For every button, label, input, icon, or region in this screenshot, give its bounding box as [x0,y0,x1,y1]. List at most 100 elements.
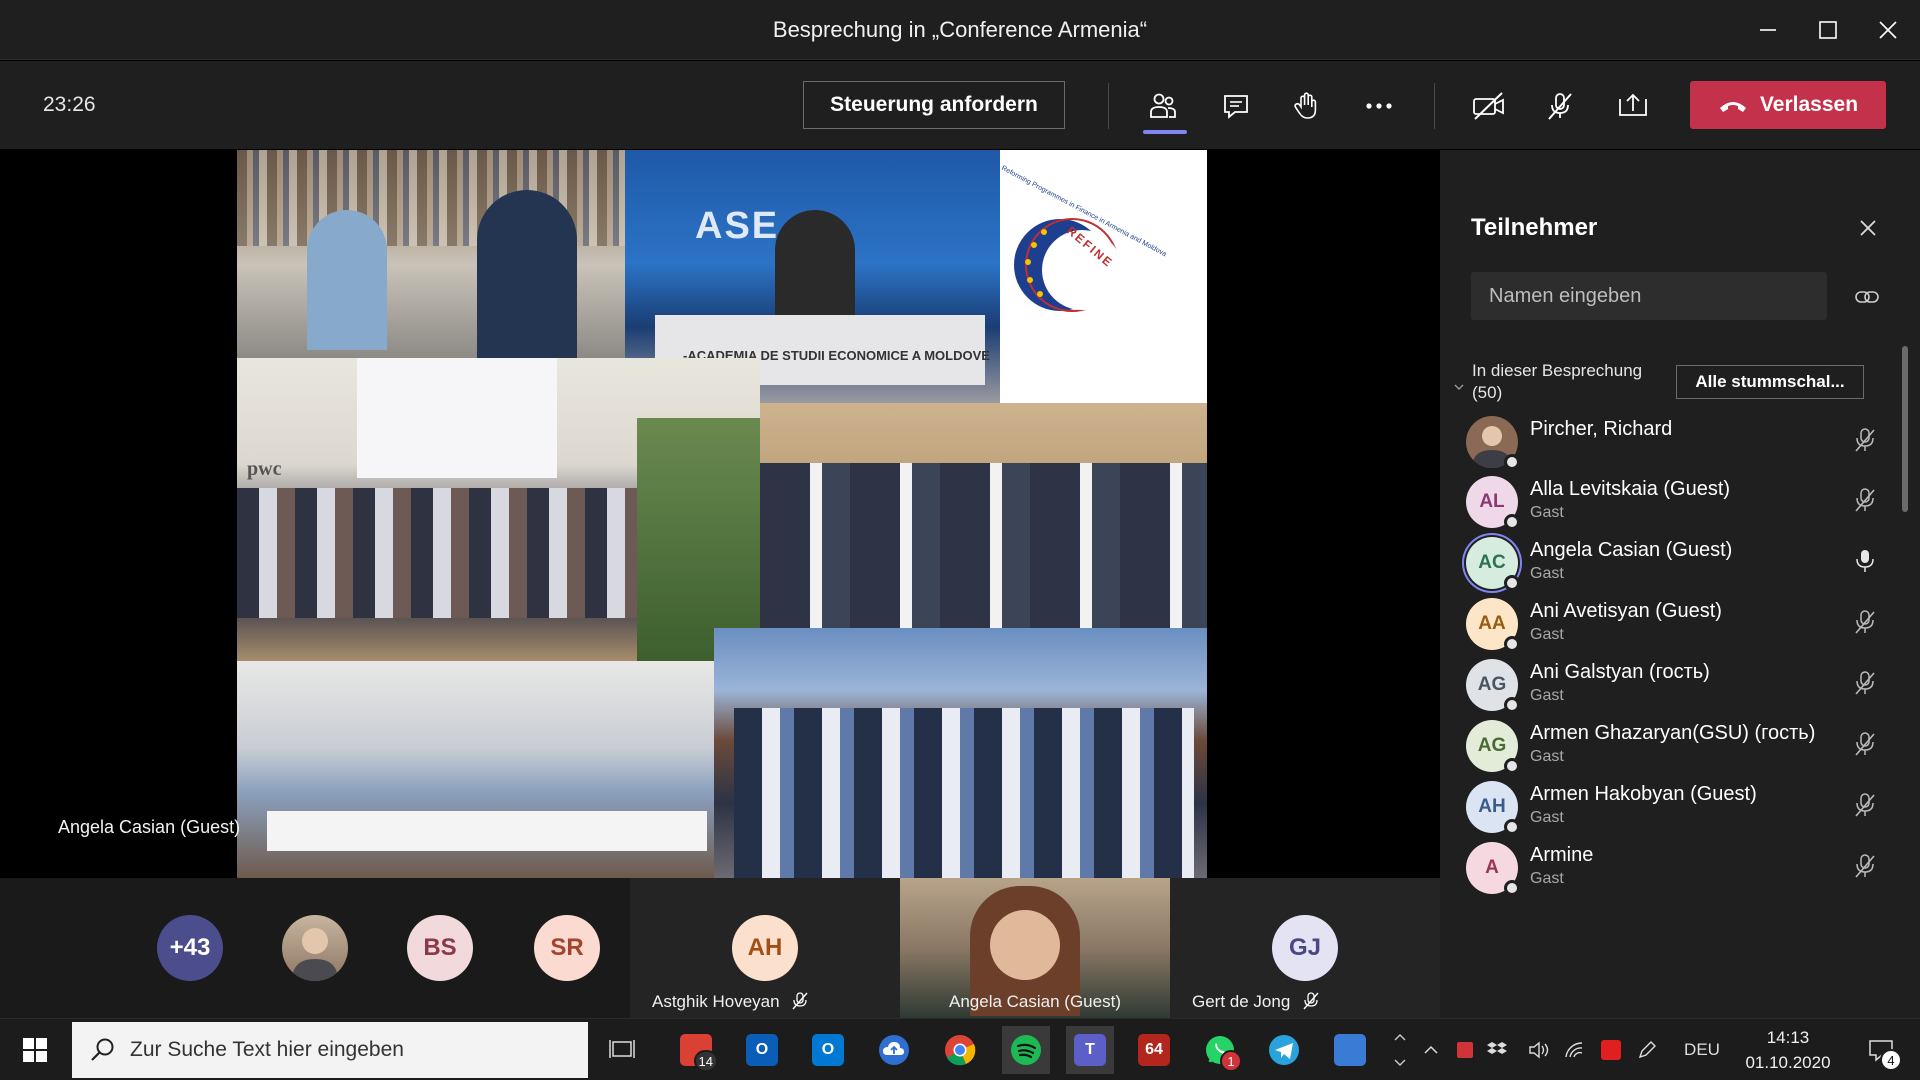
participant-avatar-sr[interactable]: SR [534,915,600,981]
telegram-icon [1269,1035,1299,1065]
close-window-button[interactable] [1858,0,1918,60]
taskbar-app-outlook-o[interactable]: O [738,1026,786,1074]
raise-hand-button[interactable] [1284,83,1330,129]
participant-mic-status[interactable] [1850,787,1880,823]
copy-link-button[interactable] [1852,282,1882,312]
request-control-button[interactable]: Steuerung anfordern [803,81,1065,129]
section-label-in-meeting[interactable]: In dieser Besprechung (50) [1472,360,1652,404]
presence-status-icon [1504,514,1520,530]
participant-avatar-bs[interactable]: BS [407,915,473,981]
panel-scrollbar[interactable] [1902,346,1908,512]
pen-tray-button[interactable] [1632,1019,1662,1080]
taskbar-app-todoist[interactable]: 14 [672,1026,720,1074]
taskbar-clock[interactable]: 14:13 01.10.2020 [1728,1025,1848,1075]
participant-tile-astghik[interactable]: AH Astghik Hoveyan [630,878,900,1018]
participant-mic-status[interactable] [1850,848,1880,884]
shared-content-collage: ASE -ACADEMIA DE STUDII ECONOMICE A MOLD… [237,150,1207,878]
participants-button[interactable] [1140,83,1186,129]
microphone-off-icon [1855,854,1875,878]
photo-group: pwc [237,358,760,661]
participant-name: Alla Levitskaia (Guest) [1530,478,1731,500]
battery-tray-button[interactable] [1490,1019,1518,1080]
microphone-off-icon [1303,992,1319,1010]
participant-mic-status[interactable] [1850,422,1880,458]
chevron-up-down-icon [1394,1034,1406,1066]
chat-button[interactable] [1213,83,1259,129]
start-button[interactable] [10,1027,60,1073]
participant-search-input[interactable] [1471,272,1827,320]
taskbar-search[interactable] [72,1022,588,1078]
participant-mic-status[interactable] [1850,543,1880,579]
participant-row[interactable]: AG Armen Ghazaryan(GSU) (гость) Gast [1466,716,1886,786]
show-hidden-icons-button[interactable] [1418,1019,1444,1080]
leave-label: Verlassen [1759,93,1859,116]
leave-button[interactable]: Verlassen [1690,81,1886,129]
participant-photo-avatar[interactable] [282,915,348,981]
microphone-off-icon [1855,732,1875,756]
chrome-icon [945,1035,976,1066]
participant-mic-status[interactable] [1850,726,1880,762]
action-center-button[interactable]: 4 [1856,1019,1906,1080]
presence-status-icon [1504,758,1520,774]
participant-row[interactable]: AG Ani Galstyan (гость) Gast [1466,655,1886,725]
camera-off-icon [1473,92,1504,120]
security-tray-button[interactable] [1596,1019,1626,1080]
wifi-tray-button[interactable] [1560,1019,1590,1080]
participant-tile-angela-video[interactable]: Angela Casian (Guest) [900,878,1170,1018]
toolbar-divider [1108,83,1109,129]
pwc-sign: pwc [247,458,282,480]
network-app-icon [1334,1034,1366,1066]
notification-count-badge: 4 [1880,1049,1902,1071]
mute-all-button[interactable]: Alle stummschal... [1676,365,1864,399]
toolbar-divider [1434,83,1435,129]
taskbar-app-spotify[interactable] [1002,1026,1050,1074]
volume-tray-button[interactable] [1524,1019,1554,1080]
taskbar-app-teams[interactable]: T [1066,1026,1114,1074]
taskbar-app-cloud-upload[interactable] [870,1026,918,1074]
input-language-indicator[interactable]: DEU [1676,1019,1728,1080]
taskbar-search-input[interactable] [130,1038,570,1062]
meeting-toolbar: 23:26 Steuerung anfordern Verlassen [0,61,1920,149]
more-options-button[interactable] [1356,83,1402,129]
photo-library-panel [237,150,625,358]
minimize-button[interactable] [1738,0,1798,60]
participant-mic-status[interactable] [1850,665,1880,701]
taskbar-app-red-app[interactable]: 64 [1130,1026,1178,1074]
person-photo-icon [292,928,338,981]
camera-toggle-button[interactable] [1466,83,1512,129]
participant-mic-status[interactable] [1850,604,1880,640]
search-icon [91,1038,114,1061]
chevron-down-icon[interactable] [1454,382,1464,392]
microphone-off-icon [1855,610,1875,634]
microphone-off-icon [1855,671,1875,695]
share-screen-button[interactable] [1610,83,1656,129]
participant-mic-status[interactable] [1850,482,1880,518]
participant-tile-name: Angela Casian (Guest) [949,992,1121,1011]
hang-up-icon [1719,102,1746,112]
taskbar-app-whatsapp[interactable]: 1 [1196,1026,1244,1074]
participant-row[interactable]: A Armine Gast [1466,838,1886,908]
close-panel-button[interactable] [1852,212,1884,244]
participant-name: Armen Hakobyan (Guest) [1530,783,1757,805]
participant-avatar-ah: AH [732,915,798,981]
tray-scroll-control[interactable] [1386,1019,1414,1080]
taskbar-app-network-app[interactable] [1326,1026,1374,1074]
participant-role: Gast [1530,809,1564,826]
participant-row[interactable]: AC Angela Casian (Guest) Gast [1466,533,1886,603]
taskbar-app-task-view[interactable] [598,1026,646,1074]
video-face [990,910,1060,980]
taskbar-app-outlook[interactable]: O [804,1026,852,1074]
microphone-toggle-button[interactable] [1537,83,1583,129]
participant-row[interactable]: AH Armen Hakobyan (Guest) Gast [1466,777,1886,847]
panel-title: Teilnehmer [1471,214,1598,241]
taskbar-app-chrome[interactable] [936,1026,984,1074]
participant-tile-gert[interactable]: GJ Gert de Jong [1170,878,1440,1018]
clock-time: 14:13 [1766,1028,1810,1047]
more-participants-button[interactable]: +43 [157,915,223,981]
participant-row[interactable]: AA Ani Avetisyan (Guest) Gast [1466,594,1886,664]
maximize-button[interactable] [1798,0,1858,60]
taskbar-app-telegram[interactable] [1260,1026,1308,1074]
presence-status-icon [1504,454,1520,470]
tray-app-icon[interactable] [1450,1019,1480,1080]
participant-row[interactable]: AL Alla Levitskaia (Guest) Gast [1466,472,1886,542]
